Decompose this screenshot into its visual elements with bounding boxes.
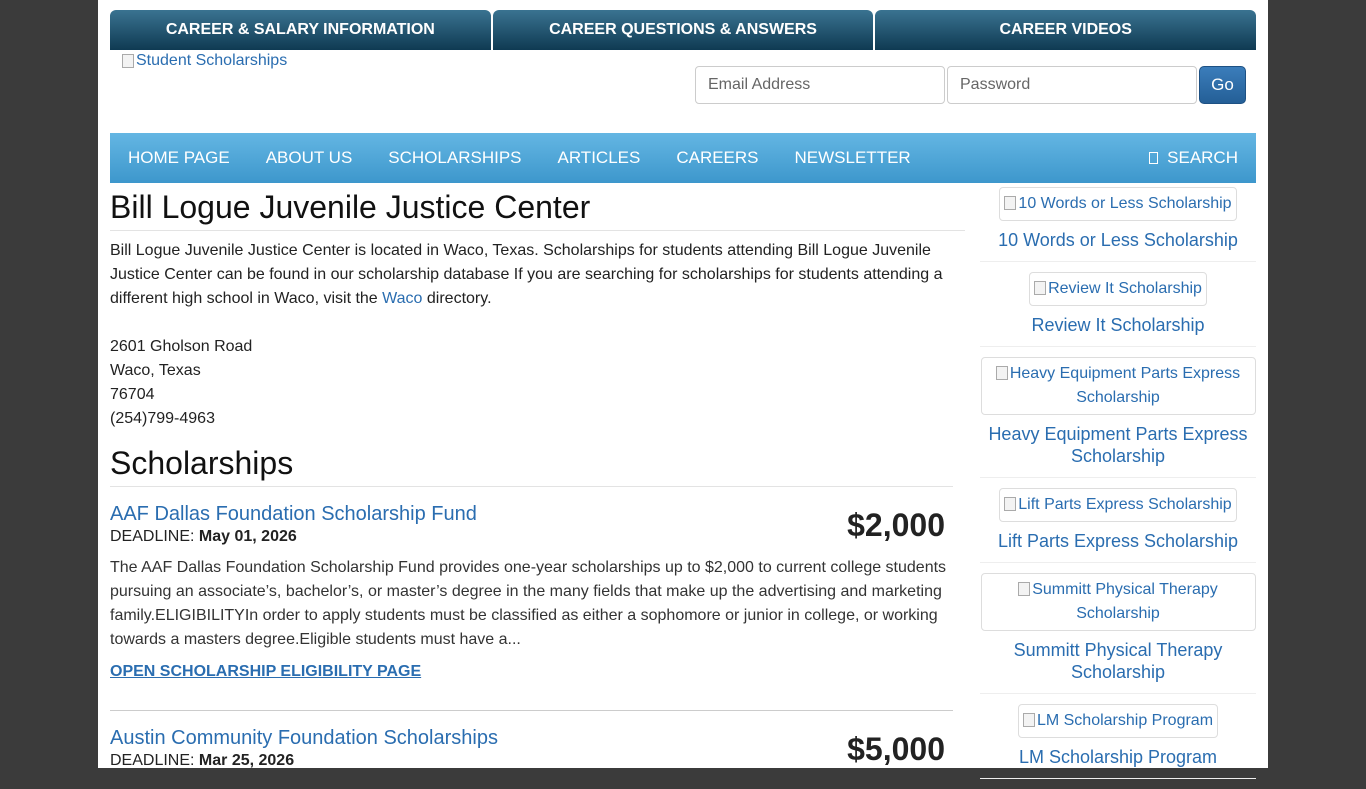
sidebar-image-alt: Heavy Equipment Parts Express Scholarshi… [1009, 365, 1241, 406]
scholarship-description: The AAF Dallas Foundation Scholarship Fu… [110, 559, 947, 648]
address-phone: (254)799-4963 [110, 410, 215, 427]
sidebar-item: Lift Parts Express Scholarship Lift Part… [980, 488, 1256, 563]
sidebar-item-link[interactable]: 10 Words or Less Scholarship [980, 229, 1256, 251]
sidebar-featured: 10 Words or Less Scholarship 10 Words or… [980, 187, 1256, 789]
password-field[interactable] [947, 66, 1197, 104]
sidebar-image[interactable]: Lift Parts Express Scholarship [999, 488, 1237, 522]
tab-career-salary[interactable]: CAREER & SALARY INFORMATION [110, 10, 491, 50]
nav-articles[interactable]: ARTICLES [540, 148, 659, 168]
nav-careers[interactable]: CAREERS [658, 148, 776, 168]
broken-image-icon [1034, 281, 1047, 295]
sidebar-item: 10 Words or Less Scholarship 10 Words or… [980, 187, 1256, 262]
sidebar-item: Heavy Equipment Parts Express Scholarshi… [980, 357, 1256, 478]
sidebar-image-alt: Review It Scholarship [1048, 280, 1202, 297]
login-form: Go [695, 66, 1246, 104]
nav-scholarships[interactable]: SCHOLARSHIPS [370, 148, 539, 168]
deadline-date: Mar 25, 2026 [198, 752, 295, 769]
nav-home[interactable]: HOME PAGE [110, 148, 248, 168]
sidebar-image-alt: Lift Parts Express Scholarship [1018, 496, 1232, 513]
broken-image-icon [995, 366, 1008, 380]
sidebar-image-alt: LM Scholarship Program [1036, 712, 1214, 729]
address-zip: 76704 [110, 386, 155, 403]
broken-image-icon [1018, 582, 1031, 596]
main-nav: HOME PAGE ABOUT US SCHOLARSHIPS ARTICLES… [110, 133, 1256, 183]
sidebar-image[interactable]: 10 Words or Less Scholarship [999, 187, 1237, 221]
nav-search-label: SEARCH [1167, 148, 1238, 167]
sidebar-image[interactable]: Summitt Physical Therapy Scholarship [980, 573, 1256, 631]
broken-image-icon [1004, 196, 1017, 210]
open-eligibility-link[interactable]: OPEN SCHOLARSHIP ELIGIBILITY PAGE [110, 663, 421, 681]
scholarship-amount: $2,000 [847, 507, 945, 543]
intro-text-end: directory. [422, 290, 492, 307]
broken-image-icon [1022, 713, 1035, 727]
page: CAREER & SALARY INFORMATION CAREER QUEST… [98, 0, 1268, 779]
sidebar-item-link[interactable]: LM Scholarship Program [980, 746, 1256, 768]
scholarships-heading: Scholarships [110, 445, 953, 487]
school-intro: Bill Logue Juvenile Justice Center is lo… [110, 239, 965, 311]
waco-directory-link[interactable]: Waco [382, 290, 422, 307]
tab-career-videos[interactable]: CAREER VIDEOS [875, 10, 1257, 50]
nav-newsletter[interactable]: NEWSLETTER [777, 148, 929, 168]
scholarship-title-link[interactable]: AAF Dallas Foundation Scholarship Fund [110, 503, 477, 526]
scholarship-item: AAF Dallas Foundation Scholarship Fund D… [110, 487, 953, 681]
logo-alt-text: Student Scholarships [136, 52, 288, 69]
top-tab-bar: CAREER & SALARY INFORMATION CAREER QUEST… [110, 10, 1257, 50]
sidebar-image[interactable]: Review It Scholarship [1029, 272, 1207, 306]
deadline-label: DEADLINE: [110, 752, 195, 769]
address-street: 2601 Gholson Road [110, 338, 253, 355]
sidebar-image[interactable]: LM Scholarship Program [1017, 704, 1219, 738]
scholarship-item: Austin Community Foundation Scholarships… [110, 710, 953, 770]
sidebar-item-link[interactable]: Heavy Equipment Parts Express Scholarshi… [980, 423, 1256, 467]
scholarship-title-link[interactable]: Austin Community Foundation Scholarships [110, 727, 498, 750]
school-address: 2601 Gholson Road Waco, Texas 76704 (254… [110, 335, 965, 431]
sidebar-item: Review It Scholarship Review It Scholars… [980, 272, 1256, 347]
sidebar-item-link[interactable]: Lift Parts Express Scholarship [980, 530, 1256, 552]
intro-text: Bill Logue Juvenile Justice Center is lo… [110, 242, 943, 307]
sidebar-image-alt: 10 Words or Less Scholarship [1018, 195, 1232, 212]
scholarship-amount: $5,000 [847, 731, 945, 767]
main-content: Bill Logue Juvenile Justice Center Bill … [110, 183, 965, 770]
page-title: Bill Logue Juvenile Justice Center [110, 183, 965, 231]
nav-about[interactable]: ABOUT US [248, 148, 371, 168]
tab-career-questions[interactable]: CAREER QUESTIONS & ANSWERS [492, 10, 874, 50]
sidebar-item: Summitt Physical Therapy Scholarship Sum… [980, 573, 1256, 694]
go-button[interactable]: Go [1199, 66, 1246, 104]
sidebar-item-link[interactable]: Summitt Physical Therapy Scholarship [980, 639, 1256, 683]
sidebar-item-link[interactable]: Review It Scholarship [980, 314, 1256, 336]
search-icon [1149, 152, 1159, 164]
sidebar-image-alt: Summitt Physical Therapy Scholarship [1032, 581, 1218, 622]
scholarship-deadline: DEADLINE: May 01, 2026 [110, 528, 953, 546]
deadline-label: DEADLINE: [110, 528, 195, 545]
sidebar-image[interactable]: Heavy Equipment Parts Express Scholarshi… [980, 357, 1256, 415]
scholarship-deadline: DEADLINE: Mar 25, 2026 [110, 752, 953, 770]
site-logo[interactable]: Student Scholarships [122, 52, 287, 70]
deadline-date: May 01, 2026 [198, 528, 297, 545]
address-city-state: Waco, Texas [110, 362, 201, 379]
broken-image-icon [122, 54, 134, 68]
broken-image-icon [1004, 497, 1017, 511]
nav-search[interactable]: SEARCH [1149, 148, 1238, 168]
email-field[interactable] [695, 66, 945, 104]
